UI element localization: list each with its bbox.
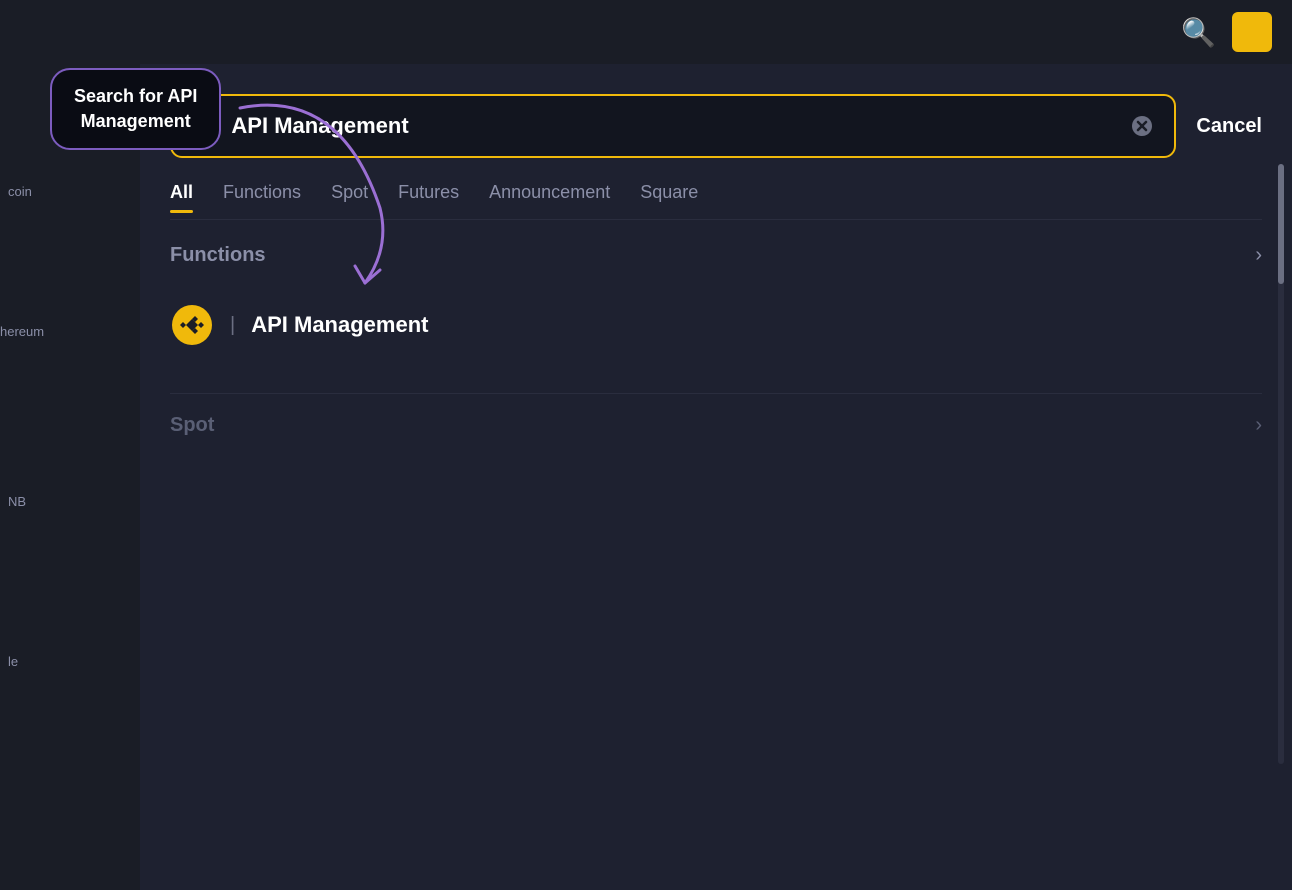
sidebar-label-ethereum: hereum: [0, 324, 44, 339]
spot-section-arrow[interactable]: ›: [1255, 414, 1262, 437]
spot-section-title: Spot: [170, 414, 214, 437]
tab-futures[interactable]: Futures: [398, 182, 459, 211]
sidebar-label-bnb: NB: [8, 494, 26, 509]
scrollbar-thumb: [1278, 164, 1284, 284]
cancel-button[interactable]: Cancel: [1196, 115, 1262, 138]
search-container: 🔍 Cancel: [140, 64, 1292, 158]
spot-section-header: Spot ›: [170, 414, 1262, 437]
scrollbar[interactable]: [1278, 164, 1284, 764]
tab-all[interactable]: All: [170, 182, 193, 211]
tab-announcement[interactable]: Announcement: [489, 182, 610, 211]
avatar[interactable]: [1232, 12, 1272, 52]
main-area: 🔍 Cancel All Functions Spot Futures Anno…: [140, 64, 1292, 890]
sidebar: coin hereum NB le: [0, 64, 140, 890]
search-input[interactable]: [231, 113, 1118, 139]
result-api-management[interactable]: | API Management: [170, 287, 1262, 363]
filter-tabs: All Functions Spot Futures Announcement …: [140, 158, 1292, 211]
tab-spot[interactable]: Spot: [331, 182, 368, 211]
functions-section-header: Functions ›: [170, 244, 1262, 267]
result-separator: |: [230, 314, 235, 337]
spot-section: Spot ›: [170, 393, 1262, 437]
sidebar-label-other: le: [8, 654, 18, 669]
top-bar: 🔍: [0, 0, 1292, 64]
search-icon[interactable]: 🔍: [1181, 16, 1216, 49]
functions-section-title: Functions: [170, 244, 266, 267]
search-box: 🔍: [170, 94, 1176, 158]
clear-button[interactable]: [1130, 114, 1154, 138]
tab-functions[interactable]: Functions: [223, 182, 301, 211]
tab-square[interactable]: Square: [640, 182, 698, 211]
result-icon-binance: [170, 303, 214, 347]
results-area: Functions › | API Management: [140, 220, 1292, 481]
result-text-api-management: API Management: [251, 312, 428, 338]
tooltip-bubble: Search for API Management: [50, 68, 221, 150]
tooltip-text: Search for API Management: [74, 84, 197, 134]
sidebar-label-bitcoin: coin: [8, 184, 32, 199]
functions-section-arrow[interactable]: ›: [1255, 244, 1262, 267]
